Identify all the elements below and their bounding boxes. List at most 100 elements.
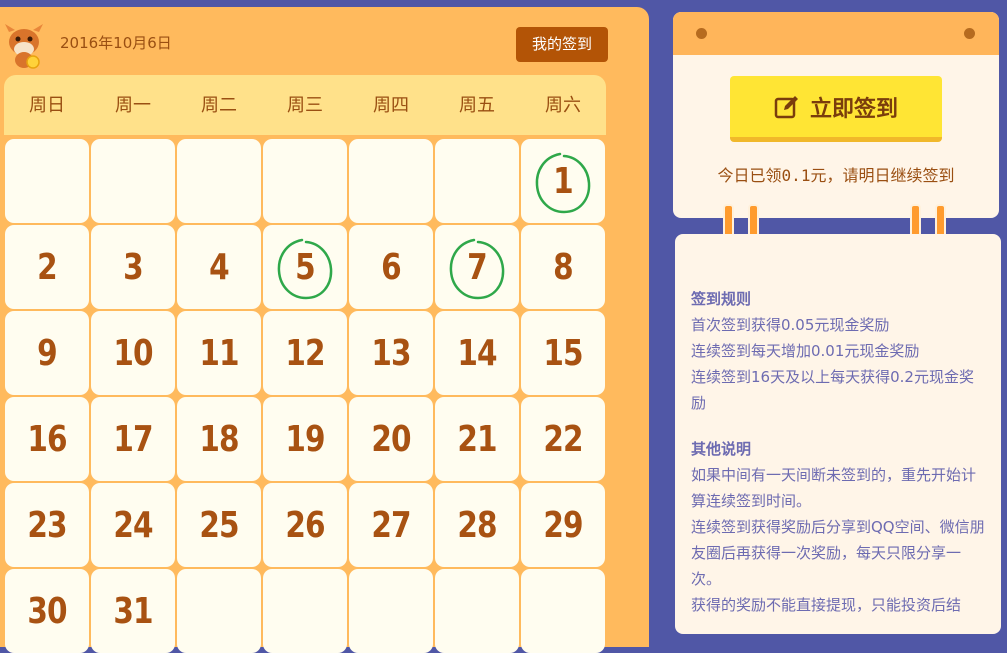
calendar-day-cell[interactable]: 28 <box>435 483 519 567</box>
calendar-empty-cell <box>435 569 519 653</box>
rule-line: 连续签到16天及以上每天获得0.2元现金奖励 <box>691 368 974 412</box>
calendar-day-cell[interactable]: 15 <box>521 311 605 395</box>
calendar-day-cell[interactable]: 12 <box>263 311 347 395</box>
calendar-day-cell[interactable]: 17 <box>91 397 175 481</box>
calendar-day-cell[interactable]: 8 <box>521 225 605 309</box>
sign-in-now-label: 立即签到 <box>809 96 898 122</box>
day-number: 8 <box>553 246 574 288</box>
day-number: 22 <box>543 418 583 460</box>
card-header-strip <box>673 12 999 55</box>
calendar-day-cell[interactable]: 19 <box>263 397 347 481</box>
weekday-label: 周二 <box>201 95 237 116</box>
note-line: 连续签到获得奖励后分享到QQ空间、微信朋友圈后再获得一次奖励，每天只限分享一次。 <box>691 518 985 588</box>
pin-icon <box>964 28 975 39</box>
today-reward-note: 今日已领0.1元，请明日继续签到 <box>717 166 955 185</box>
rules-card: 签到规则 首次签到获得0.05元现金奖励 连续签到每天增加0.01元现金奖励 连… <box>675 234 1001 634</box>
day-number: 18 <box>199 418 239 460</box>
calendar-day-cell[interactable]: 26 <box>263 483 347 567</box>
day-number: 6 <box>381 246 402 288</box>
calendar-day-cell[interactable]: 11 <box>177 311 261 395</box>
day-number: 31 <box>113 590 153 632</box>
cow-mascot-icon <box>5 24 43 69</box>
calendar-empty-cell <box>263 569 347 653</box>
calendar-day-cell[interactable]: 16 <box>5 397 89 481</box>
day-number: 21 <box>457 418 497 460</box>
rule-line: 连续签到每天增加0.01元现金奖励 <box>691 342 920 360</box>
day-number: 26 <box>285 504 325 546</box>
signed-circle-icon <box>277 238 333 300</box>
day-number: 19 <box>285 418 325 460</box>
day-number: 11 <box>199 332 239 374</box>
sign-card: 立即签到 今日已领0.1元，请明日继续签到 <box>673 12 999 218</box>
calendar-empty-cell <box>5 139 89 223</box>
signed-circle-icon <box>449 238 505 300</box>
calendar-empty-cell <box>521 569 605 653</box>
calendar-panel: 2016年10月6日 我的签到 周日 周一 周二 周三 周四 周五 周六 123… <box>0 7 649 653</box>
day-number: 28 <box>457 504 497 546</box>
weekday-label: 周一 <box>115 95 151 116</box>
day-number: 12 <box>285 332 325 374</box>
calendar-day-cell[interactable]: 2 <box>5 225 89 309</box>
weekday-label: 周六 <box>545 95 581 116</box>
day-number: 27 <box>371 504 411 546</box>
day-number: 17 <box>113 418 153 460</box>
day-number: 25 <box>199 504 239 546</box>
day-number: 23 <box>27 504 67 546</box>
day-number: 4 <box>209 246 230 288</box>
day-number: 9 <box>37 332 58 374</box>
calendar-day-cell[interactable]: 10 <box>91 311 175 395</box>
calendar-day-cell[interactable]: 9 <box>5 311 89 395</box>
calendar-day-cell[interactable]: 14 <box>435 311 519 395</box>
day-number: 2 <box>37 246 58 288</box>
rules-content: 签到规则 首次签到获得0.05元现金奖励 连续签到每天增加0.01元现金奖励 连… <box>691 286 987 618</box>
calendar-day-cell[interactable]: 22 <box>521 397 605 481</box>
current-date: 2016年10月6日 <box>60 34 172 52</box>
signed-circle-icon <box>535 152 591 214</box>
calendar-day-cell[interactable]: 13 <box>349 311 433 395</box>
edit-icon <box>774 95 798 118</box>
calendar-day-cell[interactable]: 1 <box>521 139 605 223</box>
calendar-empty-cell <box>177 139 261 223</box>
calendar-day-cell[interactable]: 30 <box>5 569 89 653</box>
calendar-empty-cell <box>263 139 347 223</box>
calendar-empty-cell <box>349 569 433 653</box>
calendar-day-cell[interactable]: 23 <box>5 483 89 567</box>
day-number: 30 <box>27 590 67 632</box>
weekday-label: 周三 <box>287 95 323 116</box>
calendar-day-cell[interactable]: 3 <box>91 225 175 309</box>
rules-title: 签到规则 <box>691 290 752 308</box>
calendar-day-cell[interactable]: 31 <box>91 569 175 653</box>
my-sign-button[interactable]: 我的签到 <box>516 27 608 62</box>
calendar-day-cell[interactable]: 24 <box>91 483 175 567</box>
weekday-label: 周日 <box>29 95 65 116</box>
note-line: 获得的奖励不能直接提现，只能投资后结 <box>691 596 962 614</box>
day-number: 16 <box>27 418 67 460</box>
calendar-empty-cell <box>435 139 519 223</box>
day-number: 15 <box>543 332 583 374</box>
calendar-day-cell[interactable]: 27 <box>349 483 433 567</box>
calendar-day-cell[interactable]: 29 <box>521 483 605 567</box>
calendar-empty-cell <box>177 569 261 653</box>
calendar-day-cell[interactable]: 21 <box>435 397 519 481</box>
rule-line: 首次签到获得0.05元现金奖励 <box>691 316 890 334</box>
calendar-day-cell[interactable]: 20 <box>349 397 433 481</box>
day-number: 24 <box>113 504 153 546</box>
notes-title: 其他说明 <box>691 440 752 458</box>
weekday-label: 周五 <box>459 95 495 116</box>
weekday-label: 周四 <box>373 95 409 116</box>
calendar-day-cell[interactable]: 5 <box>263 225 347 309</box>
calendar-day-cell[interactable]: 7 <box>435 225 519 309</box>
day-number: 29 <box>543 504 583 546</box>
day-number: 13 <box>371 332 411 374</box>
day-number: 10 <box>113 332 153 374</box>
day-number: 14 <box>457 332 497 374</box>
calendar-day-cell[interactable]: 18 <box>177 397 261 481</box>
calendar-empty-cell <box>91 139 175 223</box>
calendar-day-cell[interactable]: 25 <box>177 483 261 567</box>
calendar-day-cell[interactable]: 6 <box>349 225 433 309</box>
pin-icon <box>696 28 707 39</box>
note-line: 如果中间有一天间断未签到的，重先开始计算连续签到时间。 <box>691 466 977 510</box>
calendar-day-cell[interactable]: 4 <box>177 225 261 309</box>
sign-in-now-button[interactable]: 立即签到 <box>730 76 942 142</box>
calendar-empty-cell <box>349 139 433 223</box>
